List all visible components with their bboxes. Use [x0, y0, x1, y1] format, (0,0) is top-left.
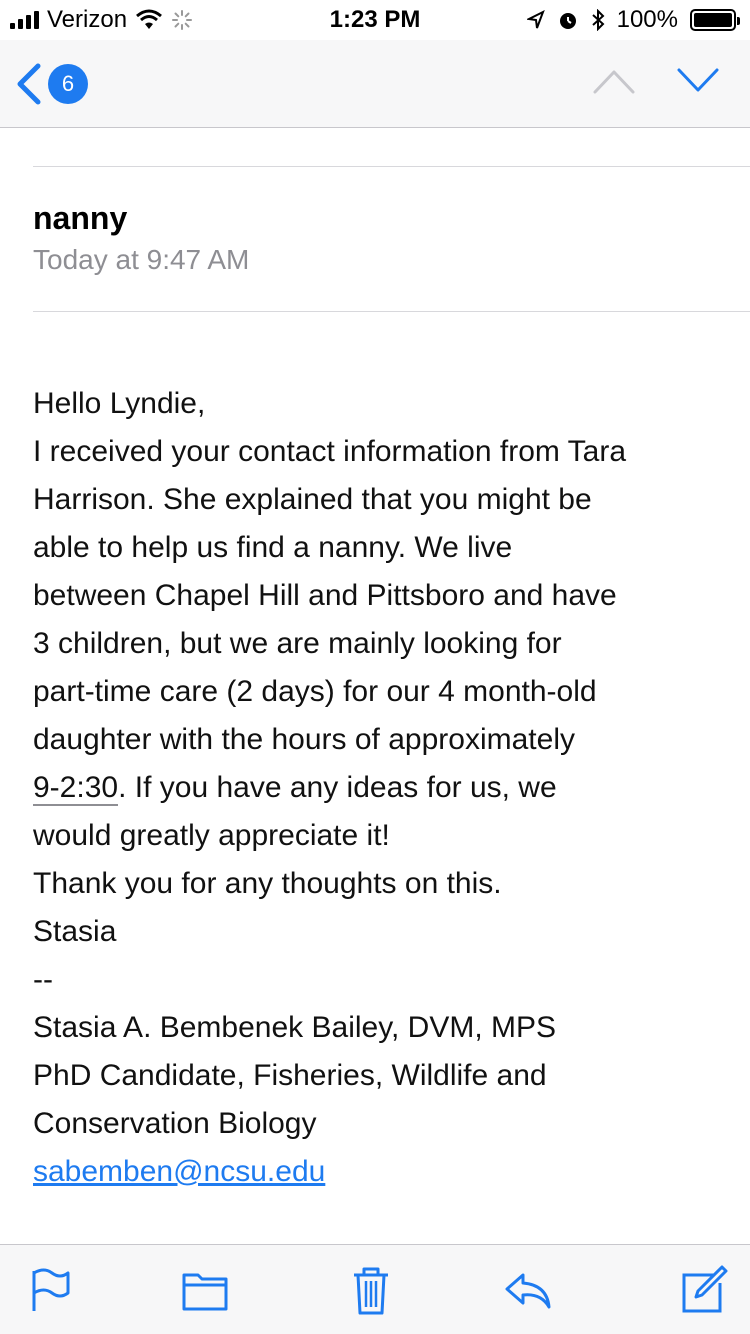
location-arrow-icon: [526, 10, 545, 29]
message-date: Today at 9:47 AM: [33, 244, 250, 275]
body-line: Thank you for any thoughts on this.: [33, 867, 502, 900]
chevron-left-icon: [17, 63, 41, 105]
unread-count-badge: 6: [48, 64, 88, 104]
status-bar: Verizon 1:23 PM 100%: [0, 0, 750, 40]
trash-icon[interactable]: [346, 1265, 396, 1315]
status-right: 100%: [526, 6, 740, 34]
signature-line: Conservation Biology: [33, 1107, 317, 1140]
body-line-rest: . If you have any ideas for us, we: [118, 771, 557, 804]
body-line: able to help us find a nanny. We live: [33, 531, 513, 564]
bluetooth-icon: [591, 9, 605, 31]
body-line-time: 9-2:30. If you have any ideas for us, we: [33, 764, 733, 812]
body-line: 3 children, but we are mainly looking fo…: [33, 627, 562, 660]
folder-icon[interactable]: [180, 1265, 230, 1315]
header-divider-bottom: [33, 311, 750, 312]
message-navigation: [592, 66, 720, 96]
compose-icon[interactable]: [678, 1265, 728, 1315]
email-link[interactable]: sabemben@ncsu.edu: [33, 1155, 325, 1188]
battery-percent: 100%: [616, 6, 678, 33]
body-line: would greatly appreciate it!: [33, 819, 390, 852]
previous-message-button[interactable]: [592, 66, 636, 96]
body-line: Hello Lyndie,: [33, 387, 206, 420]
bottom-toolbar: [0, 1244, 750, 1334]
body-line: Harrison. She explained that you might b…: [33, 483, 592, 516]
back-button[interactable]: 6: [14, 62, 88, 106]
battery-icon: [690, 9, 740, 31]
body-line: Stasia: [33, 915, 117, 948]
reply-icon[interactable]: [503, 1265, 553, 1315]
signature-line: PhD Candidate, Fisheries, Wildlife and: [33, 1059, 547, 1092]
body-line: between Chapel Hill and Pittsboro and ha…: [33, 579, 617, 612]
body-line: I received your contact information from…: [33, 435, 627, 468]
alarm-icon: [559, 13, 576, 29]
message-subject: nanny: [33, 200, 128, 236]
flag-icon[interactable]: [26, 1265, 76, 1315]
header-divider-top: [33, 166, 750, 167]
next-message-button[interactable]: [676, 66, 720, 96]
nav-bar: 6: [0, 40, 750, 128]
message-body: Hello Lyndie, I received your contact in…: [33, 380, 733, 1196]
body-line: part-time care (2 days) for our 4 month-…: [33, 675, 597, 708]
body-line: daughter with the hours of approximately: [33, 723, 575, 756]
body-line: --: [33, 963, 53, 996]
signature-line: Stasia A. Bembenek Bailey, DVM, MPS: [33, 1011, 556, 1044]
time-data-detector-link[interactable]: 9-2:30: [33, 771, 119, 806]
